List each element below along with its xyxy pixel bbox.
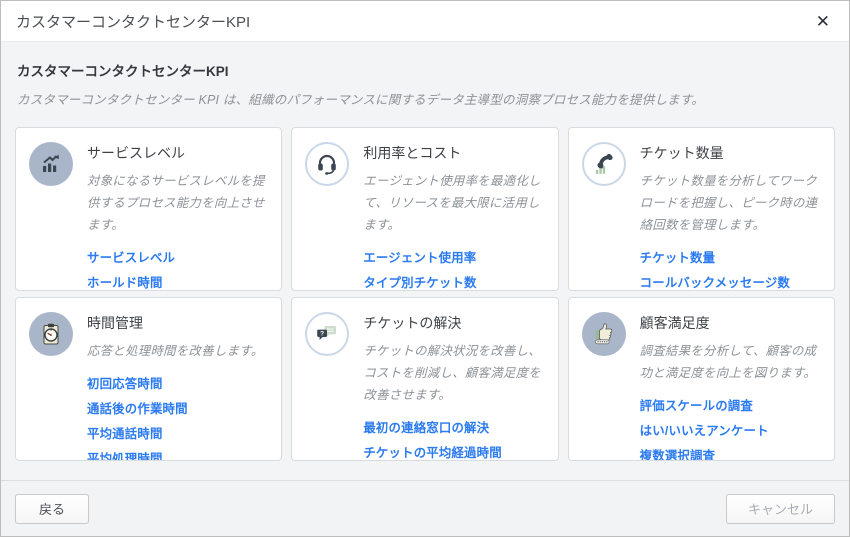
kpi-link[interactable]: サービスレベル [87, 251, 175, 265]
card-title: 時間管理 [87, 313, 269, 333]
kpi-link[interactable]: エージェント使用率 [363, 251, 476, 265]
kpi-link[interactable]: チケットの平均経過時間 [363, 446, 502, 460]
card-description: チケット数量を分析してワークロードを把握し、ピーク時の連絡回数を管理します。 [640, 170, 822, 236]
kpi-card-time-management: 時間管理 応答と処理時間を改善します。 初回応答時間 通話後の作業時間 平均通話… [15, 297, 282, 461]
kpi-link-list: チケット数量 コールバックメッセージ数 ピーク時間トラフィック数 [640, 251, 822, 291]
question-chat-bubbles-icon: ? [305, 312, 349, 356]
kpi-link[interactable]: 通話後の作業時間 [87, 402, 188, 416]
kpi-card-utilization-cost: 利用率とコスト エージェント使用率を最適化して、リソースを最大限に活用します。 … [291, 127, 558, 291]
headset-icon [305, 142, 349, 186]
card-title: 顧客満足度 [640, 313, 822, 333]
dialog-body: カスタマーコンタクトセンターKPI カスタマーコンタクトセンター KPI は、組… [1, 42, 849, 480]
kpi-link[interactable]: 複数選択調査 [640, 449, 716, 461]
card-description: エージェント使用率を最適化して、リソースを最大限に活用します。 [363, 170, 545, 236]
kpi-link[interactable]: 評価スケールの調査 [640, 399, 753, 413]
bar-chart-trend-icon [29, 142, 73, 186]
kpi-card-ticket-volume: チケット数量 チケット数量を分析してワークロードを把握し、ピーク時の連絡回数を管… [568, 127, 835, 291]
dialog-footer: 戻る キャンセル [1, 480, 849, 536]
kpi-link-list: エージェント使用率 タイプ別チケット数 チャンネル別チケット数 チケット当たりコ… [363, 251, 545, 291]
kpi-link[interactable]: 平均通話時間 [87, 427, 163, 441]
card-description: チケットの解決状況を改善し、コストを削減し、顧客満足度を改善させます。 [363, 340, 545, 406]
card-description: 応答と処理時間を改善します。 [87, 340, 269, 362]
back-button[interactable]: 戻る [15, 494, 89, 524]
card-description: 対象になるサービスレベルを提供するプロセス能力を向上させます。 [87, 170, 269, 236]
kpi-link-list: 初回応答時間 通話後の作業時間 平均通話時間 平均処理時間 [87, 377, 269, 461]
card-title: サービスレベル [87, 143, 269, 163]
card-title: チケット数量 [640, 143, 822, 163]
close-icon: ✕ [816, 12, 830, 31]
kpi-link[interactable]: チケット数量 [640, 251, 716, 265]
kpi-link[interactable]: 最初の連絡窓口の解決 [363, 421, 489, 435]
cancel-button[interactable]: キャンセル [726, 494, 835, 524]
kpi-link[interactable]: はい/いいえアンケート [640, 424, 769, 438]
card-title: 利用率とコスト [363, 143, 545, 163]
close-button[interactable]: ✕ [812, 11, 834, 32]
stopwatch-icon [29, 312, 73, 356]
kpi-link[interactable]: 平均処理時間 [87, 452, 163, 461]
section-description: カスタマーコンタクトセンター KPI は、組織のパフォーマンスに関するデータ主導… [17, 89, 835, 108]
kpi-card-service-level: サービスレベル 対象になるサービスレベルを提供するプロセス能力を向上させます。 … [15, 127, 282, 291]
phone-volume-icon [582, 142, 626, 186]
kpi-link[interactable]: タイプ別チケット数 [363, 276, 476, 290]
dialog-title: カスタマーコンタクトセンターKPI [16, 11, 250, 32]
kpi-link-list: 最初の連絡窓口の解決 チケットの平均経過時間 [363, 421, 545, 460]
kpi-dialog: カスタマーコンタクトセンターKPI ✕ カスタマーコンタクトセンターKPI カス… [0, 0, 850, 537]
kpi-link-list: 評価スケールの調査 はい/いいえアンケート 複数選択調査 [640, 399, 822, 461]
kpi-card-grid: サービスレベル 対象になるサービスレベルを提供するプロセス能力を向上させます。 … [15, 127, 835, 461]
thumbs-up-icon [582, 312, 626, 356]
kpi-link[interactable]: ホールド時間 [87, 276, 163, 290]
kpi-link[interactable]: コールバックメッセージ数 [640, 276, 790, 290]
kpi-link[interactable]: 初回応答時間 [87, 377, 163, 391]
card-description: 調査結果を分析して、顧客の成功と満足度を向上を図ります。 [640, 340, 822, 384]
kpi-card-customer-satisfaction: 顧客満足度 調査結果を分析して、顧客の成功と満足度を向上を図ります。 評価スケー… [568, 297, 835, 461]
kpi-card-ticket-resolution: ? チケットの解決 チケットの解決状況を改善し、コストを削減し、顧客満足度を改善… [291, 297, 558, 461]
card-title: チケットの解決 [363, 313, 545, 333]
kpi-link-list: サービスレベル ホールド時間 放棄率 平均応答速度 [87, 251, 269, 291]
section-heading: カスタマーコンタクトセンターKPI [17, 60, 833, 80]
svg-text:?: ? [320, 330, 324, 337]
dialog-titlebar: カスタマーコンタクトセンターKPI ✕ [1, 1, 849, 42]
